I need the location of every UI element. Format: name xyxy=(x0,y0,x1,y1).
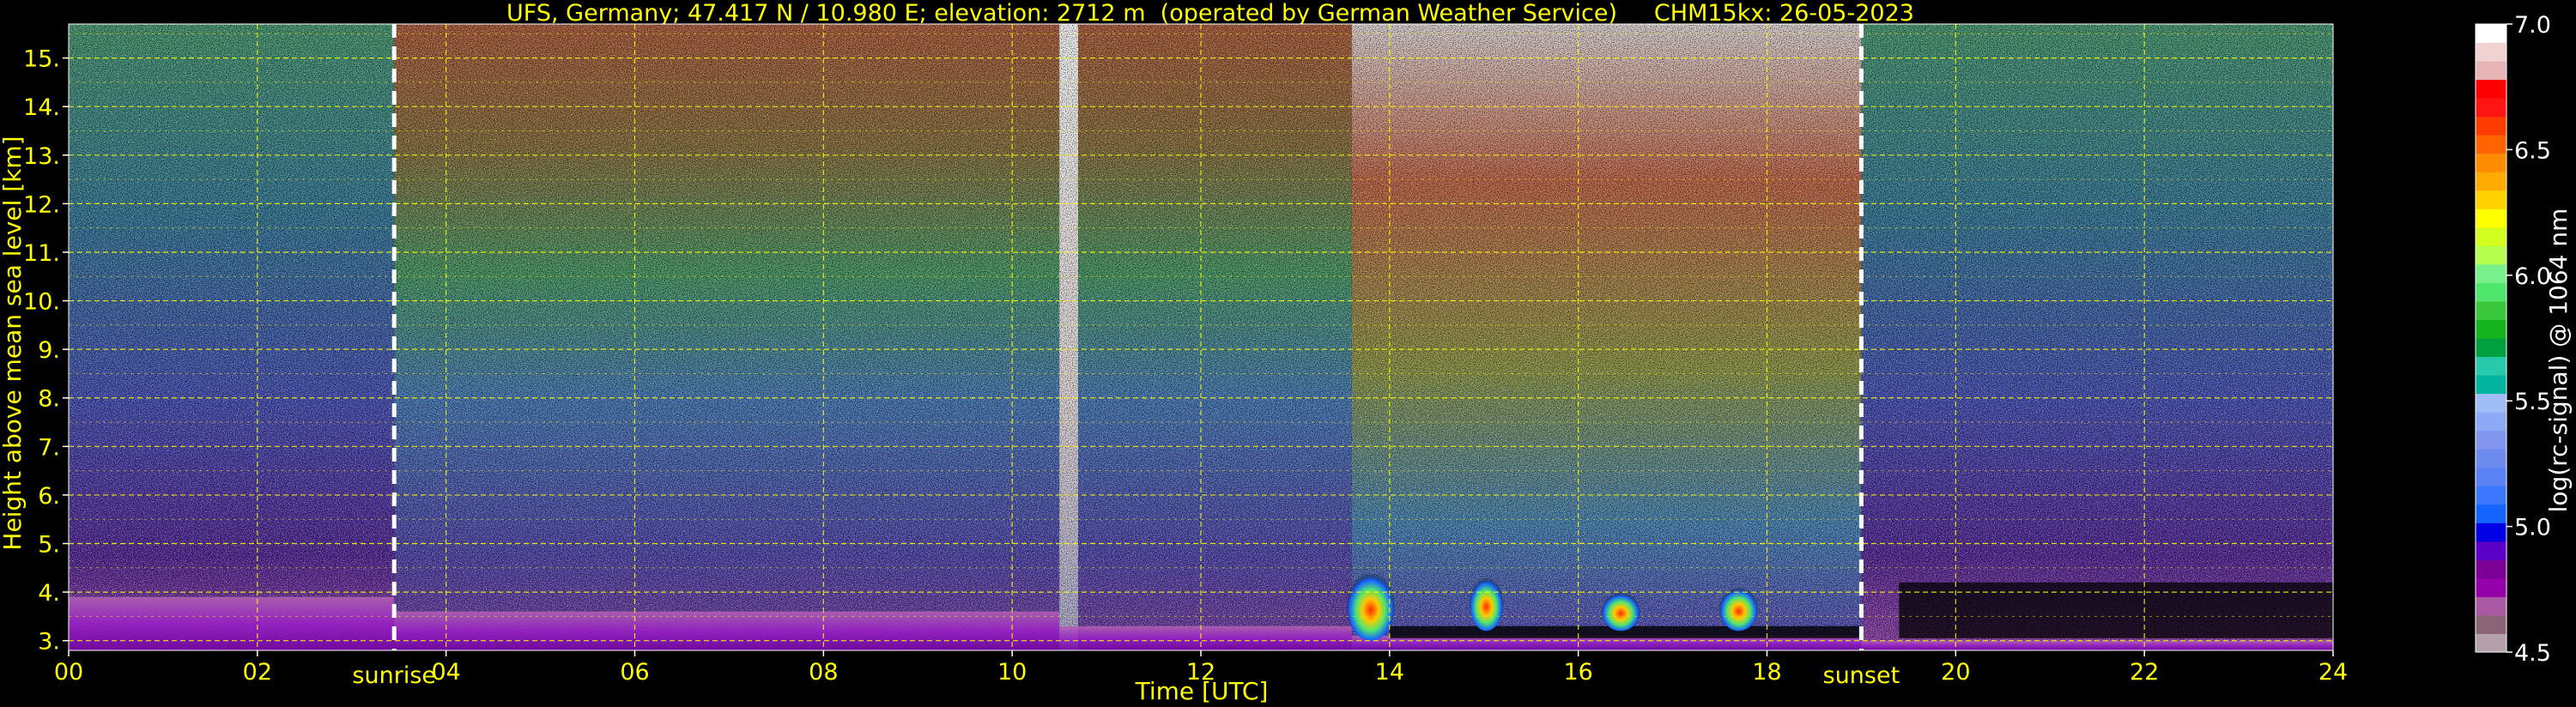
x-tick-label: 18 xyxy=(1752,659,1781,686)
x-tick-label: 06 xyxy=(620,659,649,686)
colorbar-tick-label: 6.5 xyxy=(2514,137,2551,164)
boundary-layer-2 xyxy=(1059,625,1079,650)
colorbar-swatch xyxy=(2476,98,2506,118)
colorbar-swatch xyxy=(2476,208,2506,228)
x-tick-label: 14 xyxy=(1375,659,1404,686)
y-tick-label: 11. xyxy=(23,240,60,267)
y-tick-label: 8. xyxy=(38,386,60,413)
colorbar-swatch xyxy=(2476,393,2506,413)
colorbar-swatch xyxy=(2476,135,2506,154)
boundary-layer-0 xyxy=(69,596,395,650)
x-tick-label: 20 xyxy=(1941,659,1970,686)
colorbar-swatch xyxy=(2476,375,2506,395)
colorbar-label: log(rc-signal) @ 1064 nm xyxy=(2544,208,2573,513)
x-tick-label: 10 xyxy=(997,659,1027,686)
cloud-layer-1 xyxy=(1469,577,1504,631)
colorbar-swatch xyxy=(2476,61,2506,81)
y-axis-label: Height above mean sea level [km] xyxy=(0,136,27,550)
x-tick-label: 22 xyxy=(2130,659,2159,686)
colorbar-swatch xyxy=(2476,79,2506,99)
colorbar-swatch xyxy=(2476,559,2506,579)
colorbar-swatch xyxy=(2476,300,2506,320)
colorbar-swatch xyxy=(2476,449,2506,468)
colorbar-swatch xyxy=(2476,116,2506,136)
ceilometer-chart: UFS, Germany; 47.417 N / 10.980 E; eleva… xyxy=(0,0,2573,705)
y-tick-label: 5. xyxy=(38,532,60,559)
colorbar-tick-label: 5.0 xyxy=(2514,515,2551,541)
y-tick-label: 6. xyxy=(38,483,60,510)
y-tick-label: 12. xyxy=(23,191,60,218)
y-tick-label: 4. xyxy=(38,580,60,607)
x-axis-label: Time [UTC] xyxy=(1135,677,1269,705)
cloud-layer-2 xyxy=(1601,592,1640,631)
colorbar-swatch xyxy=(2476,596,2506,616)
colorbar-swatch xyxy=(2476,467,2506,486)
y-tick-label: 13. xyxy=(23,143,60,170)
sunset-label: sunset xyxy=(1823,662,1900,689)
colorbar xyxy=(2475,23,2507,653)
colorbar-swatch xyxy=(2476,227,2506,246)
dark-clear-region xyxy=(1899,582,2333,638)
colorbar-swatch xyxy=(2476,412,2506,432)
boundary-layer-1 xyxy=(394,611,1060,650)
plot-area xyxy=(69,24,2333,650)
colorbar-swatch xyxy=(2476,263,2506,283)
colorbar-swatch xyxy=(2476,338,2506,358)
colorbar-swatch xyxy=(2476,504,2506,523)
colorbar-tick-label: 4.5 xyxy=(2514,640,2551,667)
x-tick-label: 00 xyxy=(54,659,83,686)
y-tick-label: 15. xyxy=(23,46,60,73)
colorbar-swatch xyxy=(2476,633,2506,653)
colorbar-swatch xyxy=(2476,319,2506,339)
y-tick-label: 7. xyxy=(38,434,60,461)
colorbar-swatch xyxy=(2476,153,2506,172)
colorbar-swatch xyxy=(2476,282,2506,302)
boundary-layer-3 xyxy=(1078,625,1352,650)
sunrise-label: sunrise xyxy=(352,662,436,689)
colorbar-tick-label: 7.0 xyxy=(2514,12,2551,39)
y-tick-label: 9. xyxy=(38,337,60,364)
colorbar-swatch xyxy=(2476,190,2506,209)
colorbar-swatch xyxy=(2476,523,2506,542)
x-tick-label: 24 xyxy=(2318,659,2348,686)
colorbar-swatch xyxy=(2476,430,2506,450)
cloud-layer-0 xyxy=(1346,572,1395,641)
x-tick-label: 16 xyxy=(1563,659,1592,686)
y-tick-label: 3. xyxy=(38,629,60,656)
colorbar-swatch xyxy=(2476,172,2506,191)
chart-title: UFS, Germany; 47.417 N / 10.980 E; eleva… xyxy=(506,0,1914,27)
colorbar-swatch xyxy=(2476,541,2506,560)
colorbar-swatch xyxy=(2476,486,2506,505)
y-tick-label: 14. xyxy=(23,94,60,121)
colorbar-swatch xyxy=(2476,577,2506,597)
x-tick-label: 02 xyxy=(243,659,272,686)
colorbar-swatch xyxy=(2476,614,2506,634)
colorbar-swatch xyxy=(2476,24,2506,44)
boundary-layer-5 xyxy=(1861,640,2333,650)
x-tick-label: 08 xyxy=(809,659,838,686)
colorbar-swatch xyxy=(2476,356,2506,376)
colorbar-swatch xyxy=(2476,42,2506,62)
colorbar-swatch xyxy=(2476,245,2506,265)
y-tick-label: 10. xyxy=(23,289,60,316)
cloud-layer-3 xyxy=(1719,587,1759,631)
